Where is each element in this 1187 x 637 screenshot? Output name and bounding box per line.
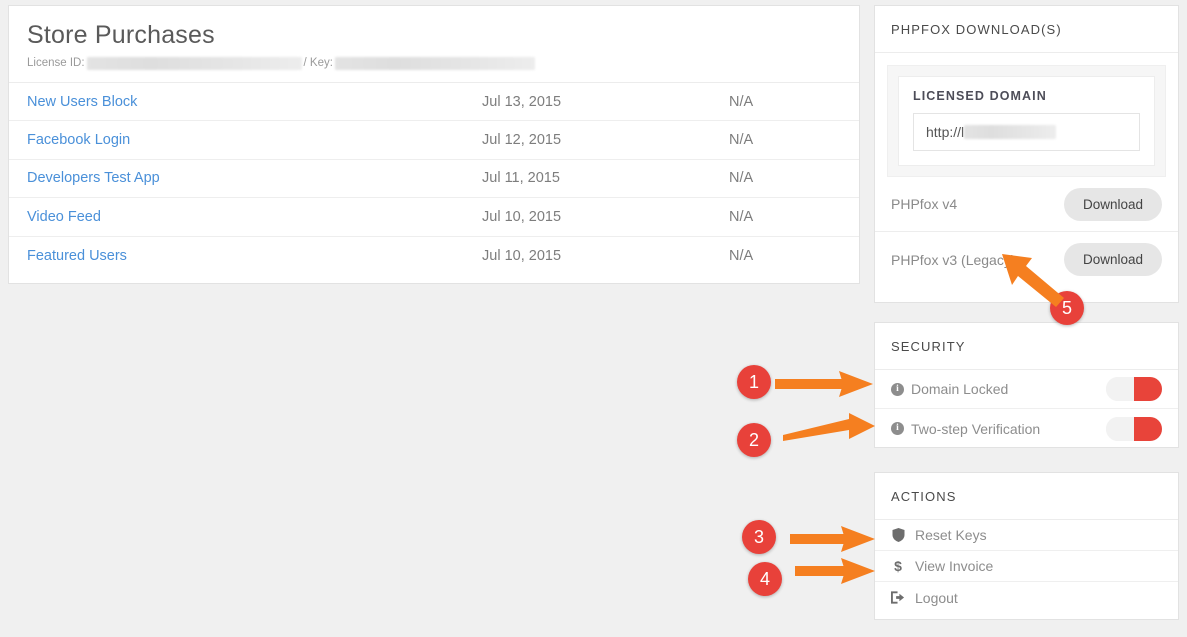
purchase-date: Jul 11, 2015 (482, 170, 729, 186)
purchase-expires: N/A (729, 248, 753, 264)
security-item-label: Domain Locked (911, 381, 1008, 397)
action-row[interactable]: Reset Keys (875, 520, 1178, 551)
security-heading: SECURITY (875, 323, 1178, 370)
annotation-badge-3: 3 (742, 520, 776, 554)
key-separator-label: / Key: (304, 57, 333, 69)
table-row: Featured UsersJul 10, 2015N/A (9, 237, 859, 275)
action-item-label: Reset Keys (915, 527, 987, 543)
table-row: Developers Test AppJul 11, 2015N/A (9, 160, 859, 198)
annotation-arrow-3 (790, 526, 875, 552)
info-icon[interactable]: i (891, 383, 904, 396)
toggle-off-half (1106, 417, 1134, 441)
table-row: Video FeedJul 10, 2015N/A (9, 198, 859, 236)
action-row[interactable]: $ View Invoice (875, 551, 1178, 582)
shield-icon (891, 528, 905, 542)
actions-panel: ACTIONS Reset Keys $ View Invoice Logout (874, 472, 1179, 620)
purchase-item-link[interactable]: Facebook Login (27, 132, 482, 148)
purchase-date: Jul 12, 2015 (482, 132, 729, 148)
download-product-label: PHPfox v4 (891, 196, 957, 212)
security-panel: SECURITY i Domain Locked i Two-step Verific… (874, 322, 1179, 448)
purchase-expires: N/A (729, 94, 753, 110)
action-row[interactable]: Logout (875, 582, 1178, 613)
page-title: Store Purchases (27, 20, 841, 50)
actions-list: Reset Keys $ View Invoice Logout (875, 520, 1178, 613)
licensed-domain-value: http://l (926, 124, 964, 140)
purchase-item-link[interactable]: New Users Block (27, 94, 482, 110)
purchase-date: Jul 10, 2015 (482, 248, 729, 264)
toggle-on-half (1134, 417, 1162, 441)
annotation-badge-4: 4 (748, 562, 782, 596)
licensed-domain-card: LICENSED DOMAIN http://l (898, 76, 1155, 166)
purchase-expires: N/A (729, 132, 753, 148)
annotation-arrow-1 (775, 371, 873, 397)
download-button[interactable]: Download (1064, 243, 1162, 276)
purchase-expires: N/A (729, 170, 753, 186)
licensed-domain-label: LICENSED DOMAIN (913, 89, 1140, 103)
table-row: Facebook LoginJul 12, 2015N/A (9, 121, 859, 159)
page-root: Store Purchases License ID: / Key: New U… (0, 0, 1187, 637)
downloads-heading: PHPFOX DOWNLOAD(S) (875, 6, 1178, 53)
table-row: New Users BlockJul 13, 2015N/A (9, 83, 859, 121)
dollar-icon: $ (891, 558, 905, 574)
purchases-table: New Users BlockJul 13, 2015N/AFacebook L… (9, 83, 859, 275)
purchases-header: Store Purchases License ID: / Key: (9, 6, 859, 83)
action-item-label: Logout (915, 590, 958, 606)
purchase-item-link[interactable]: Developers Test App (27, 170, 482, 186)
download-button[interactable]: Download (1064, 188, 1162, 221)
actions-heading: ACTIONS (875, 473, 1178, 520)
purchase-item-link[interactable]: Video Feed (27, 209, 482, 225)
license-id-redacted (87, 57, 302, 70)
license-id-label: License ID: (27, 57, 85, 69)
action-item-label: View Invoice (915, 558, 993, 574)
logout-icon (891, 591, 905, 604)
purchase-date: Jul 10, 2015 (482, 209, 729, 225)
licensed-domain-input[interactable]: http://l (913, 113, 1140, 151)
security-row: i Domain Locked (875, 370, 1178, 409)
purchase-expires: N/A (729, 209, 753, 225)
security-row: i Two-step Verification (875, 409, 1178, 448)
security-label-group: i Two-step Verification (891, 421, 1040, 437)
info-icon[interactable]: i (891, 422, 904, 435)
security-toggle[interactable] (1106, 417, 1162, 441)
toggle-on-half (1134, 377, 1162, 401)
toggle-off-half (1106, 377, 1134, 401)
annotation-arrow-2 (783, 413, 875, 443)
licensed-domain-well: LICENSED DOMAIN http://l (887, 65, 1166, 177)
purchase-item-link[interactable]: Featured Users (27, 248, 482, 264)
license-key-redacted (335, 57, 535, 70)
annotation-arrow-4 (795, 558, 875, 584)
licensed-domain-redacted (964, 125, 1056, 139)
security-label-group: i Domain Locked (891, 381, 1008, 397)
annotation-badge-2: 2 (737, 423, 771, 457)
license-info: License ID: / Key: (27, 56, 841, 70)
annotation-badge-1: 1 (737, 365, 771, 399)
security-list: i Domain Locked i Two-step Verification (875, 370, 1178, 448)
store-purchases-panel: Store Purchases License ID: / Key: New U… (8, 5, 860, 284)
download-product-label: PHPfox v3 (Legacy) (891, 252, 1016, 268)
security-toggle[interactable] (1106, 377, 1162, 401)
annotation-arrow-5 (1002, 252, 1072, 307)
download-row: PHPfox v4 Download (875, 177, 1178, 232)
security-item-label: Two-step Verification (911, 421, 1040, 437)
purchase-date: Jul 13, 2015 (482, 94, 729, 110)
